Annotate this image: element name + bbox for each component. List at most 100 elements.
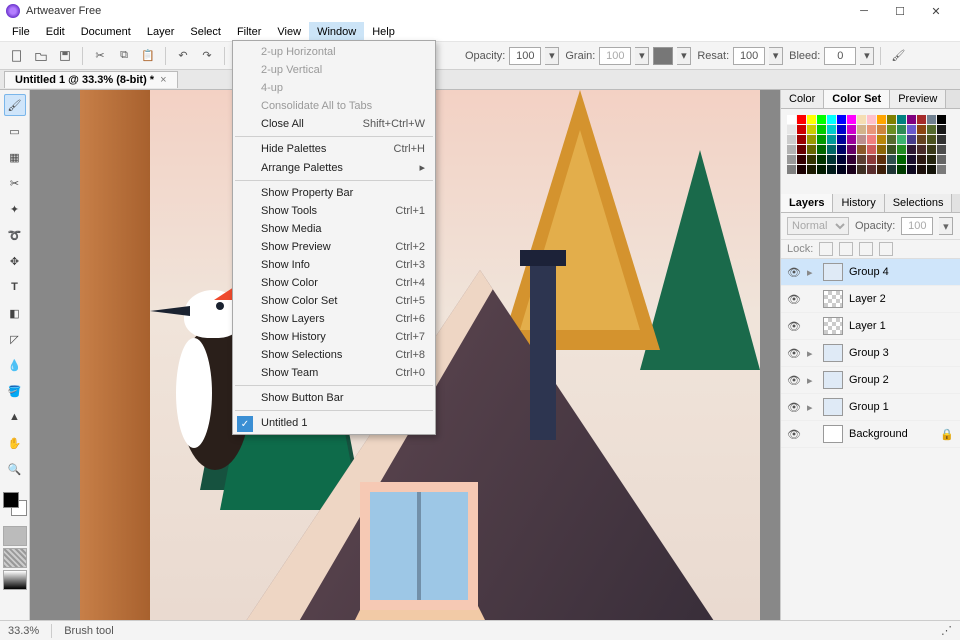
color-swatch[interactable] <box>867 145 876 154</box>
color-swatch[interactable] <box>797 125 806 134</box>
grain-input[interactable]: 100 <box>599 47 631 65</box>
tab-preview[interactable]: Preview <box>890 90 946 108</box>
save-file-button[interactable] <box>54 45 76 67</box>
color-swatch[interactable] <box>827 115 836 124</box>
move-tool[interactable]: ✥ <box>4 250 26 272</box>
color-swatch[interactable] <box>847 135 856 144</box>
expand-icon[interactable]: ▸ <box>807 266 817 279</box>
color-swatch[interactable] <box>817 165 826 174</box>
color-swatch[interactable] <box>857 135 866 144</box>
color-swatch[interactable] <box>787 145 796 154</box>
color-swatch[interactable] <box>837 145 846 154</box>
menu-item-show-preview[interactable]: Show PreviewCtrl+2 <box>233 238 435 256</box>
open-file-button[interactable] <box>30 45 52 67</box>
color-swatch[interactable] <box>937 115 946 124</box>
copy-button[interactable]: ⧉ <box>113 45 135 67</box>
hand-tool[interactable]: ✋ <box>4 432 26 454</box>
menu-item-show-media[interactable]: Show Media <box>233 220 435 238</box>
menu-filter[interactable]: Filter <box>229 22 269 41</box>
color-swatch[interactable] <box>887 135 896 144</box>
visibility-icon[interactable]: 👁 <box>787 428 801 441</box>
color-swatch[interactable] <box>807 135 816 144</box>
menu-item-close-all[interactable]: Close AllShift+Ctrl+W <box>233 115 435 133</box>
visibility-icon[interactable]: 👁 <box>787 293 801 306</box>
color-swatch[interactable] <box>897 155 906 164</box>
color-swatch[interactable] <box>847 165 856 174</box>
color-swatch[interactable] <box>837 125 846 134</box>
color-swatch[interactable] <box>807 115 816 124</box>
close-tab-icon[interactable]: × <box>160 74 166 86</box>
color-swatch[interactable] <box>797 165 806 174</box>
color-swatch[interactable] <box>907 125 916 134</box>
menu-item-show-property-bar[interactable]: Show Property Bar <box>233 184 435 202</box>
menu-item-show-button-bar[interactable]: Show Button Bar <box>233 389 435 407</box>
color-swatch[interactable] <box>907 145 916 154</box>
menu-item-show-color-set[interactable]: Show Color SetCtrl+5 <box>233 292 435 310</box>
paste-button[interactable]: 📋 <box>137 45 159 67</box>
menu-select[interactable]: Select <box>182 22 229 41</box>
color-swatch[interactable] <box>787 115 796 124</box>
menu-item-show-layers[interactable]: Show LayersCtrl+6 <box>233 310 435 328</box>
color-swatch[interactable] <box>837 135 846 144</box>
layer-row[interactable]: 👁▸Group 4 <box>781 259 960 286</box>
menu-item-arrange-palettes[interactable]: Arrange Palettes▸ <box>233 158 435 177</box>
tab-history[interactable]: History <box>833 194 884 212</box>
color-swatch[interactable] <box>857 115 866 124</box>
menu-item-hide-palettes[interactable]: Hide PalettesCtrl+H <box>233 140 435 158</box>
visibility-icon[interactable]: 👁 <box>787 374 801 387</box>
color-swatch[interactable] <box>897 165 906 174</box>
color-swatch[interactable] <box>937 125 946 134</box>
color-swatch[interactable] <box>807 165 816 174</box>
color-swatch[interactable] <box>937 135 946 144</box>
stamp-tool[interactable]: ▲ <box>4 406 26 428</box>
color-swatch[interactable] <box>877 165 886 174</box>
menu-help[interactable]: Help <box>364 22 403 41</box>
expand-icon[interactable]: ▸ <box>807 401 817 414</box>
color-swatch[interactable] <box>787 125 796 134</box>
minimize-button[interactable]: ─ <box>846 0 882 22</box>
color-swatch[interactable] <box>827 145 836 154</box>
color-swatch[interactable] <box>867 135 876 144</box>
color-swatch[interactable] <box>837 155 846 164</box>
color-swatch[interactable] <box>847 125 856 134</box>
color-swatch[interactable] <box>787 155 796 164</box>
color-pair[interactable] <box>3 492 27 516</box>
status-zoom[interactable]: 33.3% <box>8 625 39 637</box>
menu-layer[interactable]: Layer <box>139 22 183 41</box>
color-swatch[interactable] <box>817 145 826 154</box>
maximize-button[interactable]: ☐ <box>882 0 918 22</box>
zoom-tool[interactable]: 🔍 <box>4 458 26 480</box>
expand-icon[interactable]: ▸ <box>807 347 817 360</box>
color-swatch[interactable] <box>877 135 886 144</box>
color-swatch[interactable] <box>877 155 886 164</box>
expand-icon[interactable]: ▸ <box>807 374 817 387</box>
marquee-tool[interactable]: ▭ <box>4 120 26 142</box>
color-swatch[interactable] <box>797 135 806 144</box>
grain-dropdown[interactable]: ▾ <box>635 47 649 65</box>
layer-row[interactable]: 👁▸Group 3 <box>781 340 960 367</box>
resize-grip-icon[interactable]: ⋰ <box>941 624 952 637</box>
color-swatch[interactable] <box>917 115 926 124</box>
document-tab[interactable]: Untitled 1 @ 33.3% (8-bit) * × <box>4 71 178 88</box>
lasso-tool[interactable]: ➰ <box>4 224 26 246</box>
color-swatch[interactable] <box>917 125 926 134</box>
color-swatch[interactable] <box>867 115 876 124</box>
visibility-icon[interactable]: 👁 <box>787 266 801 279</box>
color-swatch[interactable] <box>887 115 896 124</box>
color-swatch[interactable] <box>927 125 936 134</box>
lock-paint-button[interactable] <box>839 242 853 256</box>
color-swatch[interactable] <box>937 165 946 174</box>
layer-opacity-input[interactable]: 100 <box>901 217 933 235</box>
grain-swatch-dropdown[interactable]: ▾ <box>677 47 691 65</box>
color-swatch[interactable] <box>897 145 906 154</box>
gradient-swatch[interactable] <box>3 570 27 590</box>
color-swatch[interactable] <box>867 165 876 174</box>
color-swatch[interactable] <box>817 115 826 124</box>
menu-item-show-color[interactable]: Show ColorCtrl+4 <box>233 274 435 292</box>
crop-tool[interactable]: ✂ <box>4 172 26 194</box>
grain-swatch[interactable] <box>653 47 673 65</box>
visibility-icon[interactable]: 👁 <box>787 401 801 414</box>
blend-mode-select[interactable]: Normal <box>787 217 849 235</box>
color-swatch[interactable] <box>907 165 916 174</box>
color-swatch[interactable] <box>877 145 886 154</box>
